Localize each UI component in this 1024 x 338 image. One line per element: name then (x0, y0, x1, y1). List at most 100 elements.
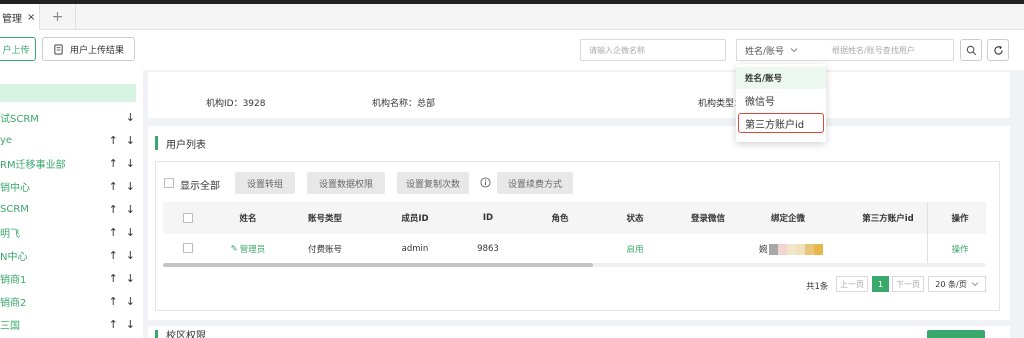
org-id-text: 机构ID：3928 (206, 99, 266, 109)
move-up-icon[interactable]: ↑ (109, 134, 118, 147)
search-button[interactable] (960, 39, 982, 61)
move-up-icon[interactable]: ↑ (109, 180, 118, 193)
column-header-id: ID (482, 213, 494, 223)
pagination-next-button[interactable]: 下一页 (892, 276, 924, 292)
set-renew-method-button[interactable]: 设置续费方式 (497, 172, 573, 194)
column-header-action: 操作 (951, 214, 969, 224)
move-down-icon[interactable]: ↓ (126, 157, 135, 170)
move-down-icon[interactable]: ↓ (126, 295, 135, 308)
sidebar-item[interactable]: 销商1 ↑ ↓ (0, 267, 143, 290)
column-header-bound-wecom: 绑定企微 (770, 214, 805, 224)
sidebar-item-label: SCRM (0, 204, 29, 215)
sidebar-item[interactable]: 三国 ↑ ↓ (0, 313, 143, 336)
sidebar-item[interactable]: SCRM ↑ ↓ (0, 198, 143, 221)
campus-permission-action-button[interactable] (927, 330, 985, 338)
search-type-select[interactable]: 姓名/账号 (736, 39, 825, 61)
dropdown-option-third-party-id[interactable]: 第三方账户id (738, 113, 824, 133)
select-all-checkbox[interactable] (183, 213, 193, 223)
sidebar-item[interactable]: 销中心 ↑ ↓ (0, 175, 143, 198)
pagination-prev-button[interactable]: 上一页 (836, 276, 868, 292)
upload-result-button[interactable]: 用户上传结果 (42, 37, 135, 61)
search-type-value: 姓名/账号 (745, 46, 785, 57)
close-icon[interactable]: × (27, 12, 35, 23)
info-icon[interactable] (480, 177, 491, 188)
sidebar-item[interactable]: ye ↑ ↓ (0, 129, 143, 152)
column-header-name: 姓名 (239, 214, 257, 224)
move-down-icon[interactable]: ↓ (126, 249, 135, 262)
sidebar-item[interactable]: 明飞 ↑ ↓ (0, 221, 143, 244)
sidebar-item[interactable]: N中心 ↑ ↓ (0, 244, 143, 267)
move-down-icon[interactable]: ↓ (126, 203, 135, 216)
page-size-select[interactable]: 20 条/页 (928, 276, 986, 292)
table-header: 姓名 账号类型 成员ID ID 角色 状态 登录微信 绑定企微 第三方账户id … (163, 202, 986, 264)
move-down-icon[interactable]: ↓ (126, 134, 135, 147)
org-search-placeholder: 请输入企微名称 (589, 45, 645, 55)
chevron-down-icon (790, 48, 798, 53)
move-up-icon[interactable]: ↑ (109, 203, 118, 216)
move-down-icon[interactable]: ↓ (126, 180, 135, 193)
table-cell-id: 9863 (477, 244, 499, 254)
user-upload-label: 户上传 (2, 45, 30, 56)
set-data-permission-button[interactable]: 设置数据权限 (307, 172, 385, 194)
table-cell-member-id: admin (401, 244, 429, 254)
pagination-total: 共1条 (806, 282, 829, 292)
show-all-checkbox[interactable] (164, 178, 174, 188)
sidebar-item-label: 销商2 (0, 298, 27, 309)
tab-user-management[interactable]: 管理 × (0, 4, 40, 30)
row-action-link[interactable]: 操作 (936, 234, 984, 264)
table-cell-status: 启用 (626, 245, 644, 255)
refresh-icon (993, 45, 1003, 55)
column-header-third-party-id: 第三方账户id (862, 214, 914, 224)
sidebar-item-label: 试SCRM (0, 114, 39, 125)
move-down-icon[interactable]: ↓ (126, 226, 135, 239)
campus-permission-card (148, 326, 1010, 338)
set-transfer-group-button[interactable]: 设置转组 (235, 172, 295, 194)
move-up-icon[interactable]: ↑ (109, 295, 118, 308)
user-search-input[interactable]: 根据姓名/账号查找用户 (824, 39, 954, 61)
move-down-icon[interactable]: ↓ (126, 111, 135, 124)
org-info-card: 机构ID：3928 机构名称：总部 机构类型： (148, 72, 1010, 118)
column-header-member-id: 成员ID (401, 214, 429, 224)
set-copy-count-button[interactable]: 设置复制次数 (397, 172, 469, 194)
column-header-account-type: 账号类型 (307, 214, 342, 224)
move-up-icon[interactable]: ↑ (109, 318, 118, 331)
table-cell-name[interactable]: ✎ 管理员 (218, 234, 278, 264)
move-up-icon[interactable]: ↑ (109, 272, 118, 285)
move-up-icon[interactable]: ↑ (109, 249, 118, 262)
dropdown-option-name-account[interactable]: 姓名/账号 (736, 67, 826, 89)
user-upload-button[interactable]: 户上传 (0, 37, 36, 61)
row-checkbox[interactable] (183, 243, 193, 253)
tab-bar: 管理 × + (0, 4, 1024, 30)
column-header-login-wechat: 登录微信 (690, 214, 725, 224)
document-icon (54, 43, 63, 55)
sidebar-item-label: 销商1 (0, 275, 27, 286)
column-header-role: 角色 (551, 214, 569, 224)
column-header-status: 状态 (626, 214, 644, 224)
search-type-dropdown: 姓名/账号 微信号 第三方账户id (736, 64, 826, 142)
sidebar-item[interactable]: 试SCRM ↓ (0, 106, 143, 129)
move-up-icon[interactable]: ↑ (109, 226, 118, 239)
move-down-icon[interactable]: ↓ (126, 318, 135, 331)
refresh-button[interactable] (987, 39, 1009, 61)
sidebar-item-label: RM迁移事业部 (0, 160, 66, 171)
bound-wecom-value: 婉 (759, 245, 768, 255)
sidebar-item-label: 明飞 (0, 229, 20, 240)
add-tab-icon[interactable]: + (40, 4, 76, 30)
pagination-page-1[interactable]: 1 (872, 276, 889, 292)
move-down-icon[interactable]: ↓ (126, 272, 135, 285)
sidebar-item[interactable]: RM迁移事业部 ↑ ↓ (0, 152, 143, 175)
row-name-value: 管理员 (239, 245, 266, 255)
page-size-value: 20 条/页 (935, 279, 967, 289)
org-search-input[interactable]: 请输入企微名称 (580, 39, 726, 61)
tab-label: 管理 (2, 13, 22, 25)
move-up-icon[interactable]: ↑ (109, 157, 118, 170)
sidebar-item-label: 三国 (0, 321, 20, 332)
sidebar-item-label: ye (0, 135, 13, 146)
dropdown-option-wechat[interactable]: 微信号 (736, 89, 826, 111)
table-scrollbar-thumb[interactable] (163, 263, 593, 267)
sidebar-item-selected[interactable] (0, 84, 136, 102)
user-list-title: 用户列表 (155, 136, 206, 151)
edit-icon: ✎ (230, 244, 238, 254)
sidebar-item[interactable]: 销商2 ↑ ↓ (0, 290, 143, 313)
table-cell-account-type: 付费账号 (307, 245, 342, 255)
